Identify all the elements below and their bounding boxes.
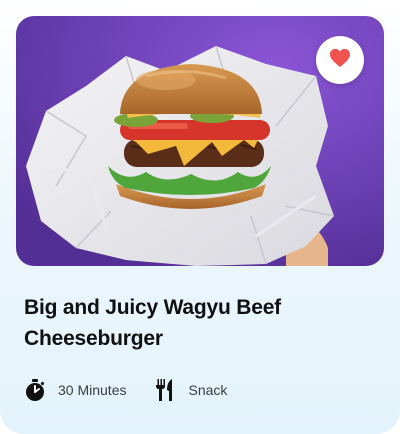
stopwatch-icon bbox=[24, 378, 46, 402]
category: Snack bbox=[154, 378, 227, 402]
recipe-card[interactable]: Big and Juicy Wagyu Beef Cheeseburger 30… bbox=[0, 0, 400, 434]
duration-label: 30 Minutes bbox=[58, 382, 127, 398]
duration: 30 Minutes bbox=[24, 378, 126, 402]
heart-icon bbox=[329, 48, 351, 73]
favorite-button[interactable] bbox=[316, 36, 364, 84]
fork-knife-icon bbox=[154, 378, 176, 402]
recipe-title[interactable]: Big and Juicy Wagyu Beef Cheeseburger bbox=[24, 292, 364, 354]
category-label: Snack bbox=[188, 382, 228, 398]
recipe-meta: 30 Minutes Snack bbox=[24, 377, 227, 403]
